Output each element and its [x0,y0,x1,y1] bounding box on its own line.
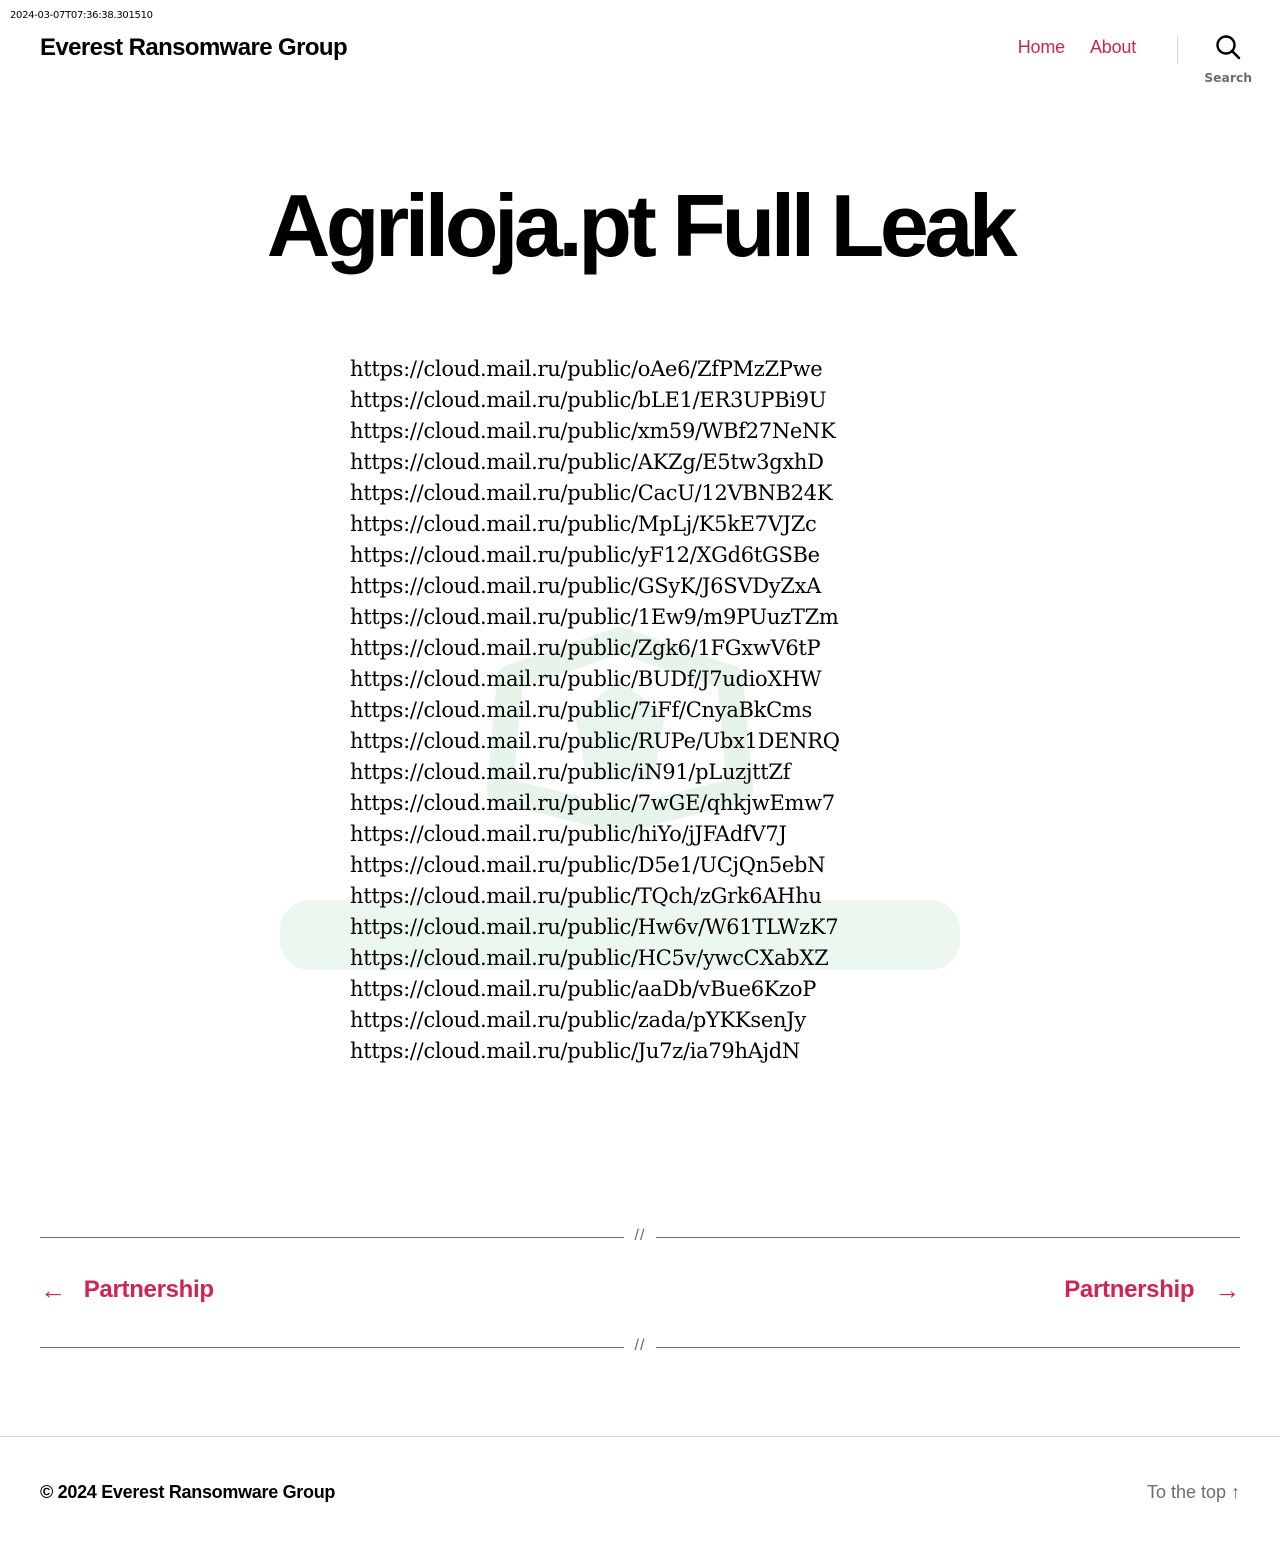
separator-line [656,1347,1240,1348]
leak-link-line: https://cloud.mail.ru/public/xm59/WBf27N… [350,419,836,443]
leak-link-line: https://cloud.mail.ru/public/oAe6/ZfPMzZ… [350,357,823,381]
leak-link-line: https://cloud.mail.ru/public/hiYo/jJFAdf… [350,822,787,846]
footer-copyright[interactable]: © 2024 Everest Ransomware Group [40,1482,335,1503]
leak-link-line: https://cloud.mail.ru/public/iN91/pLuzjt… [350,760,791,784]
next-post-label: Partnership [1064,1276,1195,1303]
separator-line [40,1347,624,1348]
next-post-link[interactable]: Partnership → [1064,1276,1240,1304]
leak-link-line: https://cloud.mail.ru/public/bLE1/ER3UPB… [350,388,827,412]
separator-glyph: // [634,1227,646,1244]
leak-link-line: https://cloud.mail.ru/public/CacU/12VBNB… [350,481,833,505]
separator-top: // [40,1227,1240,1247]
separator-line [40,1237,624,1238]
post-title: Agriloja.pt Full Leak [266,176,1018,275]
separator-bottom: // [40,1337,1240,1357]
primary-nav: Home About [1018,37,1136,58]
post-content: https://cloud.mail.ru/public/oAe6/ZfPMzZ… [350,354,930,1067]
site-header: Everest Ransomware Group Home About Sear… [0,0,1280,100]
leak-link-line: https://cloud.mail.ru/public/RUPe/Ubx1DE… [350,729,840,753]
arrow-left-icon: ← [40,1275,66,1305]
leak-link-line: https://cloud.mail.ru/public/yF12/XGd6tG… [350,543,820,567]
leak-link-line: https://cloud.mail.ru/public/HC5v/ywcCXa… [350,946,829,970]
nav-home-link[interactable]: Home [1018,37,1065,58]
search-icon [1215,34,1241,65]
nav-divider [1177,36,1178,64]
leak-link-line: https://cloud.mail.ru/public/7iFf/CnyaBk… [350,698,812,722]
footer-divider [0,1436,1280,1437]
leak-link-line: https://cloud.mail.ru/public/Zgk6/1FGxwV… [350,636,821,660]
leak-link-line: https://cloud.mail.ru/public/7wGE/qhkjwE… [350,791,835,815]
leak-link-line: https://cloud.mail.ru/public/D5e1/UCjQn5… [350,853,826,877]
leak-link-line: https://cloud.mail.ru/public/zada/pYKKse… [350,1008,806,1032]
search-label: Search [1204,71,1252,86]
leak-link-line: https://cloud.mail.ru/public/MpLj/K5kE7V… [350,512,817,536]
leak-link-line: https://cloud.mail.ru/public/BUDf/J7udio… [350,667,822,691]
leak-link-line: https://cloud.mail.ru/public/GSyK/J6SVDy… [350,574,821,598]
leak-link-line: https://cloud.mail.ru/public/Ju7z/ia79hA… [350,1039,800,1063]
search-toggle-button[interactable]: Search [1198,34,1258,90]
separator-line [656,1237,1240,1238]
nav-about-link[interactable]: About [1090,37,1136,58]
leak-link-line: https://cloud.mail.ru/public/Hw6v/W61TLW… [350,915,839,939]
arrow-right-icon: → [1214,1275,1240,1305]
leak-link-line: https://cloud.mail.ru/public/AKZg/E5tw3g… [350,450,824,474]
leak-link-line: https://cloud.mail.ru/public/1Ew9/m9PUuz… [350,605,839,629]
previous-post-link[interactable]: ← Partnership [40,1276,214,1304]
site-title[interactable]: Everest Ransomware Group [40,34,348,62]
leak-link-line: https://cloud.mail.ru/public/aaDb/vBue6K… [350,977,817,1001]
previous-post-label: Partnership [83,1276,214,1303]
to-the-top-link[interactable]: To the top ↑ [1147,1482,1240,1503]
separator-glyph: // [634,1337,646,1354]
leak-link-line: https://cloud.mail.ru/public/TQch/zGrk6A… [350,884,822,908]
